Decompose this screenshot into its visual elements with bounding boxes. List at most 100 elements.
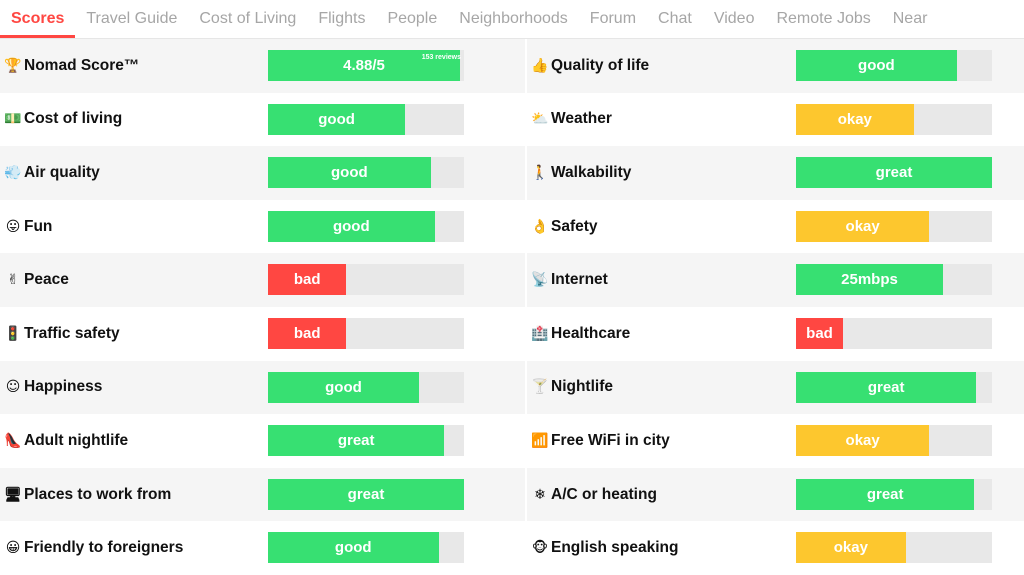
traffic-light-icon: 🚦: [4, 325, 22, 342]
score-label-text: Nightlife: [551, 378, 613, 396]
score-bar-fill: good: [268, 532, 439, 564]
score-label-text: Cost of living: [24, 110, 123, 128]
score-label: 🐵 English speaking: [531, 521, 679, 575]
score-row-weather[interactable]: ⛅ Weather okay: [527, 92, 1024, 147]
score-bar-fill: great: [796, 478, 975, 510]
score-label: 🚶 Walkability: [531, 146, 631, 200]
score-row-friendly-to-foreigners[interactable]: 😀 Friendly to foreigners good: [0, 521, 525, 575]
score-row-air-quality[interactable]: 💨 Air quality good: [0, 146, 525, 200]
cocktail-icon: 🍸: [531, 379, 549, 396]
score-row-a-c-or-heating[interactable]: ❄ A/C or heating great: [527, 467, 1024, 522]
score-label: ⛅ Weather: [531, 93, 612, 147]
score-label: 🏆 Nomad Score™: [4, 39, 139, 93]
score-label-text: Peace: [24, 271, 69, 289]
score-row-healthcare[interactable]: 🏥 Healthcare bad: [527, 307, 1024, 361]
tab-forum[interactable]: Forum: [579, 10, 647, 38]
reviews-count[interactable]: 153 reviews: [422, 54, 461, 61]
score-bar-fill: okay: [796, 425, 930, 457]
score-label: ❄ A/C or heating: [531, 468, 657, 522]
score-row-quality-of-life[interactable]: 👍 Quality of life good: [527, 39, 1024, 93]
score-label-text: English speaking: [551, 539, 679, 557]
score-label-text: Traffic safety: [24, 324, 120, 342]
score-label: 🖥 Places to work from: [4, 468, 171, 522]
hospital-icon: 🏥: [531, 325, 549, 342]
score-row-nomad-score-[interactable]: 🏆 Nomad Score™ 4.88/5 153 reviews: [0, 39, 525, 93]
score-label-text: Happiness: [24, 378, 103, 396]
score-row-cost-of-living[interactable]: 💵 Cost of living good: [0, 92, 525, 147]
score-label-text: Fun: [24, 217, 53, 235]
tab-bar: Scores Travel Guide Cost of Living Flights P…: [0, 0, 1024, 39]
tab-remote-jobs[interactable]: Remote Jobs: [765, 10, 881, 38]
score-bar: great: [796, 371, 992, 403]
score-label-text: Air quality: [24, 163, 100, 181]
score-bar-fill: good: [796, 50, 957, 81]
tab-video[interactable]: Video: [703, 10, 766, 38]
score-bar: bad: [796, 318, 992, 349]
score-label: ✌ Peace: [4, 253, 69, 307]
score-row-traffic-safety[interactable]: 🚦 Traffic safety bad: [0, 307, 525, 361]
score-label-text: Internet: [551, 271, 608, 289]
score-row-nightlife[interactable]: 🍸 Nightlife great: [527, 360, 1024, 415]
score-label: 😀 Friendly to foreigners: [4, 521, 184, 575]
score-bar: bad: [268, 264, 464, 296]
smile-icon: ☺: [5, 379, 21, 396]
score-label: 😛 Fun: [4, 200, 53, 254]
score-label: 👠 Adult nightlife: [4, 414, 128, 468]
score-row-peace[interactable]: ✌ Peace bad: [0, 253, 525, 307]
score-label-text: Safety: [551, 217, 598, 235]
score-bar-fill: good: [268, 210, 435, 242]
score-label-text: Friendly to foreigners: [24, 539, 184, 557]
score-bar: okay: [796, 532, 992, 564]
monitor-icon: 🖥: [4, 486, 22, 503]
score-row-safety[interactable]: 👌 Safety okay: [527, 199, 1024, 254]
score-row-fun[interactable]: 😛 Fun good: [0, 199, 525, 254]
score-row-walkability[interactable]: 🚶 Walkability great: [527, 146, 1024, 200]
cloud-icon: ⛅: [531, 111, 549, 128]
score-label: 📡 Internet: [531, 253, 608, 307]
score-label-text: Quality of life: [551, 56, 650, 74]
monkey-icon: 🐵: [531, 540, 549, 557]
money-icon: 💵: [4, 111, 22, 128]
tab-flights[interactable]: Flights: [307, 10, 376, 38]
score-bar: good: [268, 103, 464, 135]
score-label-text: Nomad Score™: [24, 56, 140, 74]
score-label: 📶 Free WiFi in city: [531, 414, 669, 468]
high-heel-icon: 👠: [4, 432, 22, 449]
score-bar: good: [268, 210, 464, 242]
score-row-english-speaking[interactable]: 🐵 English speaking okay: [527, 521, 1024, 575]
score-label: 🍸 Nightlife: [531, 361, 613, 415]
score-bar-fill: bad: [268, 318, 347, 349]
wind-icon: 💨: [4, 164, 22, 181]
score-row-adult-nightlife[interactable]: 👠 Adult nightlife great: [0, 414, 525, 468]
tab-near[interactable]: Near: [882, 10, 939, 38]
score-bar: good: [268, 371, 464, 403]
tab-scores[interactable]: Scores: [0, 10, 76, 38]
score-label: ☺ Happiness: [4, 361, 103, 415]
score-bar-fill: great: [268, 425, 445, 457]
score-label: 🏥 Healthcare: [531, 307, 630, 361]
tab-chat[interactable]: Chat: [647, 10, 703, 38]
signal-icon: 📶: [531, 432, 549, 449]
score-row-happiness[interactable]: ☺ Happiness good: [0, 360, 525, 415]
score-bar: okay: [796, 210, 992, 242]
score-bar: 25mbps: [796, 264, 992, 296]
score-bar: good: [268, 532, 464, 564]
trophy-icon: 🏆: [4, 57, 22, 74]
score-row-internet[interactable]: 📡 Internet 25mbps: [527, 253, 1024, 307]
score-bar: okay: [796, 425, 992, 457]
tongue-face-icon: 😛: [5, 218, 21, 235]
score-label-text: Healthcare: [551, 324, 631, 342]
tab-neighborhoods[interactable]: Neighborhoods: [448, 10, 579, 38]
tab-cost-of-living[interactable]: Cost of Living: [188, 10, 307, 38]
score-bar: great: [796, 478, 992, 510]
score-bar-fill: good: [268, 103, 406, 135]
score-row-free-wifi-in-city[interactable]: 📶 Free WiFi in city okay: [527, 414, 1024, 468]
tab-people[interactable]: People: [376, 10, 448, 38]
score-bar-fill: okay: [796, 210, 930, 242]
score-bar: bad: [268, 318, 464, 349]
score-bar: 4.88/5 153 reviews: [268, 50, 464, 81]
score-bar-fill: okay: [796, 103, 914, 135]
tab-travel-guide[interactable]: Travel Guide: [75, 10, 188, 38]
score-row-places-to-work-from[interactable]: 🖥 Places to work from great: [0, 467, 525, 522]
score-bar: good: [268, 157, 464, 189]
